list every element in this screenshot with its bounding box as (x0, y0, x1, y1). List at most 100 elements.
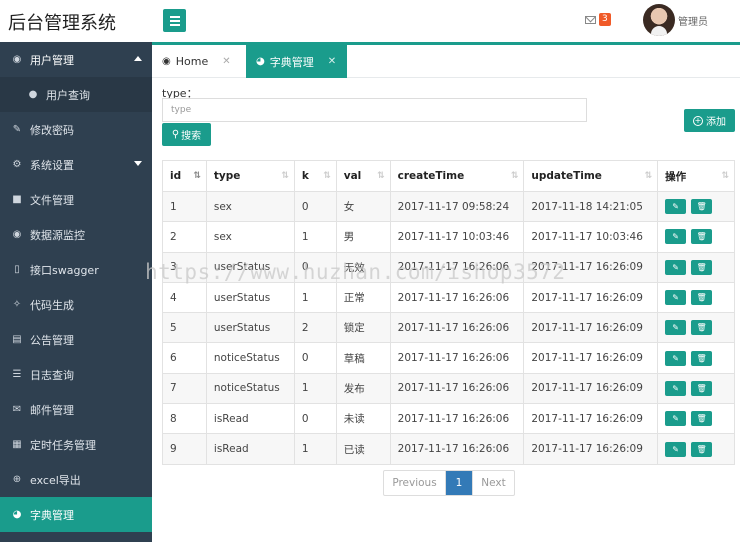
column-header-val[interactable]: val ⇅ (335, 160, 391, 192)
edit-button[interactable]: ✎ (665, 411, 687, 427)
list-icon: ☰ (12, 369, 22, 380)
table-cell-updatetime: 2017-11-17 16:26:09 (523, 342, 659, 374)
pagination-previous[interactable]: Previous (384, 471, 446, 495)
delete-button[interactable]: 🗑 (691, 441, 713, 457)
main-content: ◉ Home ✕ ◕ 字典管理 ✕ type： type ⚲ 搜索 + 添加 i… (152, 42, 740, 542)
sidebar-item-label: excel导出 (30, 473, 81, 487)
table-cell-val: 已读 (335, 433, 391, 465)
menu-toggle-button[interactable] (163, 9, 186, 32)
table-row: 5 userStatus 2 锁定 2017-11-17 16:26:06 2017-11… (162, 312, 735, 344)
search-icon: ⚲ (171, 129, 180, 140)
sidebar-item-mail-management[interactable]: ✉ 邮件管理 (0, 392, 152, 427)
sidebar-item-system-settings[interactable]: ⚙ 系统设置 (0, 147, 152, 182)
table-row: 2 sex 1 男 2017-11-17 10:03:46 2017-11-17 10:0… (162, 221, 735, 253)
sidebar-item-dictionary[interactable]: ◕ 字典管理 (0, 497, 152, 532)
table-cell-id: 6 (162, 342, 207, 374)
sidebar-item-label: 接口swagger (30, 263, 99, 277)
mail-count-badge: 3 (599, 13, 611, 26)
sidebar-item-user-query[interactable]: ● 用户查询 (0, 77, 152, 112)
tab-home[interactable]: ◉ Home ✕ (152, 45, 246, 78)
add-button[interactable]: + 添加 (684, 109, 735, 132)
column-header-type[interactable]: type ⇅ (205, 160, 295, 192)
calendar-icon: ▦ (12, 439, 22, 450)
edit-button[interactable]: ✎ (665, 229, 687, 245)
edit-button[interactable]: ✎ (665, 320, 687, 336)
pagination-next[interactable]: Next (472, 471, 514, 495)
table-cell-createtime: 2017-11-17 16:26:06 (389, 281, 525, 314)
column-header-createtime[interactable]: createTime ⇅ (389, 160, 525, 192)
sort-icon: ⇅ (721, 171, 728, 181)
column-header-id[interactable]: id ⇅ (162, 160, 207, 192)
sort-asc-icon: ⇅ (193, 171, 200, 181)
table-cell-type: userStatus (205, 251, 295, 283)
sidebar-item-user-management[interactable]: ◉ 用户管理 (0, 42, 152, 77)
dashboard-icon: ◉ (162, 56, 171, 67)
edit-icon: ✎ (12, 124, 22, 135)
tab-label: Home (175, 55, 209, 68)
sidebar-item-log-query[interactable]: ☰ 日志查询 (0, 357, 152, 392)
type-search-input[interactable]: type (162, 98, 587, 122)
table-cell-updatetime: 2017-11-17 16:26:09 (523, 281, 659, 314)
delete-button[interactable]: 🗑 (691, 199, 713, 215)
delete-button[interactable]: 🗑 (691, 380, 713, 396)
edit-button[interactable]: ✎ (665, 290, 687, 306)
table-cell-updatetime: 2017-11-17 16:26:09 (523, 433, 659, 465)
sidebar-item-datasource-monitor[interactable]: ◉ 数据源监控 (0, 217, 152, 252)
table-cell-id: 7 (162, 372, 207, 405)
table-cell-createtime: 2017-11-17 16:26:06 (389, 433, 525, 465)
edit-button[interactable]: ✎ (665, 380, 687, 396)
sidebar-item-change-password[interactable]: ✎ 修改密码 (0, 112, 152, 147)
delete-button[interactable]: 🗑 (691, 320, 713, 336)
sidebar-item-label: 修改密码 (30, 123, 74, 137)
add-button-label: 添加 (706, 117, 726, 128)
table-cell-createtime: 2017-11-17 16:26:06 (389, 251, 525, 283)
gears-icon: ⚙ (12, 159, 22, 170)
tab-dictionary[interactable]: ◕ 字典管理 ✕ (246, 45, 347, 78)
table-cell-updatetime: 2017-11-17 10:03:46 (523, 221, 659, 253)
delete-button[interactable]: 🗑 (691, 350, 713, 366)
table-row: 4 userStatus 1 正常 2017-11-17 16:26:06 2017-11… (162, 281, 735, 314)
search-button[interactable]: ⚲ 搜索 (162, 123, 211, 146)
sidebar-item-scheduled-tasks[interactable]: ▦ 定时任务管理 (0, 427, 152, 462)
sidebar-item-label: 用户查询 (46, 88, 90, 102)
delete-button[interactable]: 🗑 (691, 229, 713, 245)
mail-notification[interactable]: 3 (585, 13, 611, 26)
column-header-updatetime[interactable]: updateTime ⇅ (523, 160, 659, 192)
table-cell-val: 女 (335, 190, 391, 223)
sidebar-item-swagger[interactable]: ▯ 接口swagger (0, 252, 152, 287)
table-row: 7 noticeStatus 1 发布 2017-11-17 16:26:06 2017-… (162, 372, 735, 405)
delete-button[interactable]: 🗑 (691, 411, 713, 427)
pagination-page-1[interactable]: 1 (446, 471, 472, 495)
edit-button[interactable]: ✎ (665, 199, 687, 215)
table-cell-type: sex (205, 221, 295, 253)
table-cell-k: 1 (293, 281, 337, 314)
table-row: 3 userStatus 0 无效 2017-11-17 16:26:06 2017-11… (162, 251, 735, 283)
edit-button[interactable]: ✎ (665, 259, 687, 275)
dict-icon: ◕ (12, 509, 22, 520)
table-cell-type: userStatus (205, 312, 295, 344)
edit-button[interactable]: ✎ (665, 441, 687, 457)
sort-icon: ⇅ (281, 171, 288, 181)
sidebar-item-notice-management[interactable]: ▤ 公告管理 (0, 322, 152, 357)
user-name[interactable]: 管理员 (678, 13, 708, 28)
table-row: 6 noticeStatus 0 草稿 2017-11-17 16:26:06 2017-… (162, 342, 735, 374)
avatar[interactable] (643, 4, 675, 36)
table-cell-updatetime: 2017-11-17 16:26:09 (523, 312, 659, 344)
close-icon[interactable]: ✕ (328, 56, 336, 67)
table-cell-createtime: 2017-11-17 16:26:06 (389, 342, 525, 374)
delete-button[interactable]: 🗑 (691, 259, 713, 275)
sort-icon: ⇅ (644, 171, 652, 181)
edit-button[interactable]: ✎ (665, 350, 687, 366)
table-cell-type: isRead (205, 433, 295, 465)
sidebar-item-file-management[interactable]: ■ 文件管理 (0, 182, 152, 217)
table-cell-val: 草稿 (335, 342, 391, 374)
table-cell-val: 发布 (335, 372, 391, 405)
sidebar-item-code-generation[interactable]: ✧ 代码生成 (0, 287, 152, 322)
close-icon[interactable]: ✕ (222, 56, 230, 67)
table-cell-id: 4 (162, 281, 207, 314)
sidebar-item-label: 定时任务管理 (30, 438, 96, 452)
delete-button[interactable]: 🗑 (691, 290, 713, 306)
sidebar-item-excel-export[interactable]: ⊕ excel导出 (0, 462, 152, 497)
dictionary-table: id ⇅ type ⇅ k ⇅ val ⇅ createTime ⇅ updateTime… (162, 160, 735, 465)
column-header-k[interactable]: k ⇅ (293, 160, 337, 192)
